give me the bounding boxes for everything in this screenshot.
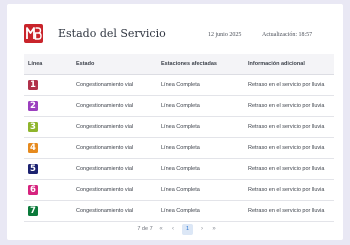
stations-cell: Línea Completa (155, 95, 242, 117)
table-row[interactable]: 1 Congestionamiento vial Línea Completa Ret… (24, 74, 334, 96)
last-page-button[interactable]: » (208, 226, 220, 232)
line-badge-icon: 7 (28, 205, 38, 216)
current-date: 12 junio 2025 (208, 32, 242, 38)
table-row[interactable]: 6 Congestionamiento vial Línea Completa Ret… (24, 179, 334, 201)
last-updated: Actualización: 18:57 (262, 32, 313, 38)
line-cell: 3 (24, 116, 70, 138)
table-row[interactable]: 5 Congestionamiento vial Línea Completa Ret… (24, 158, 334, 180)
status-card: Estado del Servicio 12 junio 2025 Actual… (7, 4, 343, 240)
line-badge-icon: 5 (28, 163, 38, 174)
line-cell: 2 (24, 95, 70, 117)
column-header-stations: Estaciones afectadas (155, 54, 242, 75)
info-cell: Retraso en el servicio por lluvia (242, 137, 334, 159)
status-cell: Congestionamiento vial (70, 137, 155, 159)
column-header-line: Línea (24, 54, 70, 75)
line-badge-icon: 6 (28, 184, 38, 195)
stations-cell: Línea Completa (155, 158, 242, 180)
info-cell: Retraso en el servicio por lluvia (242, 95, 334, 117)
page-count: 7 de 7 (137, 226, 153, 232)
line-badge-icon: 3 (28, 121, 38, 132)
line-cell: 5 (24, 158, 70, 180)
stations-cell: Línea Completa (155, 179, 242, 201)
page-title: Estado del Servicio (58, 27, 166, 40)
line-cell: 4 (24, 137, 70, 159)
metrobus-logo-icon (26, 27, 42, 40)
table-row[interactable]: 7 Congestionamiento vial Línea Completa Ret… (24, 200, 334, 222)
current-page-button[interactable]: 1 (182, 223, 193, 235)
status-cell: Congestionamiento vial (70, 179, 155, 201)
stations-cell: Línea Completa (155, 74, 242, 96)
info-cell: Retraso en el servicio por lluvia (242, 116, 334, 138)
service-status-table: Línea Estado Estaciones afectadas Inform… (24, 54, 334, 222)
info-cell: Retraso en el servicio por lluvia (242, 200, 334, 222)
line-badge-icon: 1 (28, 79, 38, 90)
line-cell: 1 (24, 74, 70, 96)
status-cell: Congestionamiento vial (70, 95, 155, 117)
line-cell: 6 (24, 179, 70, 201)
info-cell: Retraso en el servicio por lluvia (242, 179, 334, 201)
header: Estado del Servicio 12 junio 2025 Actual… (7, 4, 343, 54)
line-cell: 7 (24, 200, 70, 222)
column-header-status: Estado (70, 54, 155, 75)
info-cell: Retraso en el servicio por lluvia (242, 158, 334, 180)
column-header-info: Información adicional (242, 54, 334, 75)
table-header-row: Línea Estado Estaciones afectadas Inform… (24, 54, 334, 75)
metrobus-logo (24, 24, 43, 43)
status-cell: Congestionamiento vial (70, 158, 155, 180)
info-cell: Retraso en el servicio por lluvia (242, 74, 334, 96)
first-page-button[interactable]: « (155, 226, 167, 232)
previous-page-button[interactable]: ‹ (167, 226, 179, 232)
pagination: 7 de 7 « ‹ 1 › » (135, 223, 220, 235)
table-row[interactable]: 2 Congestionamiento vial Línea Completa Ret… (24, 95, 334, 117)
table-row[interactable]: 4 Congestionamiento vial Línea Completa Ret… (24, 137, 334, 159)
status-cell: Congestionamiento vial (70, 116, 155, 138)
line-badge-icon: 2 (28, 100, 38, 111)
stations-cell: Línea Completa (155, 116, 242, 138)
status-cell: Congestionamiento vial (70, 74, 155, 96)
stations-cell: Línea Completa (155, 200, 242, 222)
stations-cell: Línea Completa (155, 137, 242, 159)
status-cell: Congestionamiento vial (70, 200, 155, 222)
next-page-button[interactable]: › (196, 226, 208, 232)
line-badge-icon: 4 (28, 142, 38, 153)
table-row[interactable]: 3 Congestionamiento vial Línea Completa Ret… (24, 116, 334, 138)
